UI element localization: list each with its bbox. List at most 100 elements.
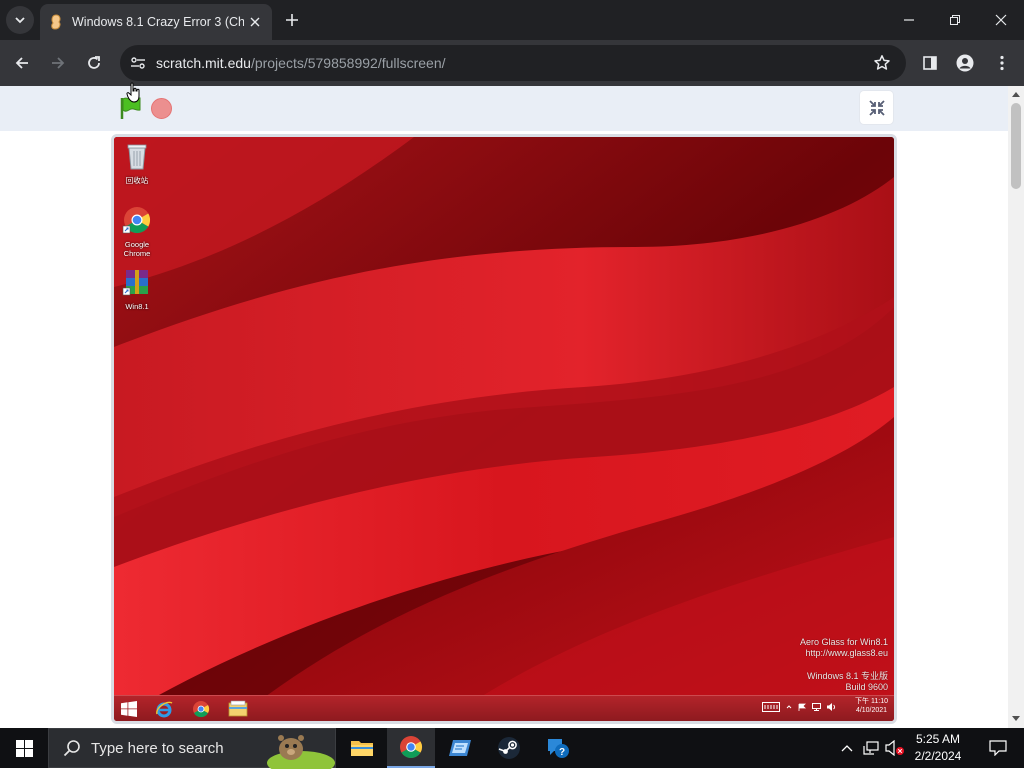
back-arrow-icon	[15, 57, 28, 69]
app-window-icon	[449, 740, 471, 756]
keyboard-icon[interactable]	[762, 702, 780, 712]
back-button[interactable]	[8, 49, 36, 77]
network-wired-icon	[863, 741, 879, 755]
profile-icon	[956, 54, 974, 72]
win81-chrome-pin[interactable]	[191, 699, 211, 719]
start-button[interactable]	[0, 728, 48, 768]
tab-strip: Windows 8.1 Crazy Error 3 (Chi	[0, 0, 1024, 40]
win81-start-button[interactable]	[119, 699, 139, 719]
windows-version-watermark: Windows 8.1 专业版 Build 9600	[807, 671, 888, 693]
tab-search-button[interactable]	[6, 6, 34, 34]
win81-date: 4/10/2021	[855, 707, 888, 714]
win81-taskbar: 下午 11:10 4/10/2021	[114, 695, 894, 721]
watermark-line: Build 9600	[845, 682, 888, 692]
scroll-down-arrow-icon[interactable]	[1012, 716, 1020, 721]
windows-taskbar: Type here to search ? 5:25 AM 2/2/2024	[0, 728, 1024, 769]
desktop-icon-chrome[interactable]: Google Chrome	[120, 205, 154, 258]
desktop-icon-recycle-bin[interactable]: 回收站	[120, 141, 154, 185]
browser-toolbar: scratch.mit.edu/projects/579858992/fulls…	[0, 40, 1024, 86]
side-panel-button[interactable]	[916, 49, 944, 77]
notification-center-button[interactable]	[978, 728, 1018, 768]
windows-logo-icon	[15, 739, 33, 757]
restore-icon	[950, 15, 960, 25]
taskbar-app-window[interactable]	[436, 728, 484, 768]
win81-explorer-pin[interactable]	[228, 699, 248, 719]
win81-clock[interactable]: 下午 11:10 4/10/2021	[855, 697, 888, 715]
network-tray-button[interactable]	[861, 738, 881, 758]
steam-icon	[498, 737, 520, 759]
minimize-button[interactable]	[886, 0, 932, 40]
chrome-icon	[193, 701, 210, 718]
watermark-line: Windows 8.1 专业版	[806, 671, 888, 681]
browser-tab[interactable]: Windows 8.1 Crazy Error 3 (Chi	[40, 4, 272, 40]
action-center-flag-icon[interactable]	[798, 703, 806, 711]
close-icon	[995, 14, 1007, 26]
aero-glass-watermark: Aero Glass for Win8.1 http://www.glass8.…	[800, 637, 888, 659]
reload-button[interactable]	[80, 49, 108, 77]
stop-button[interactable]	[151, 98, 172, 119]
get-help-icon: ?	[548, 739, 569, 758]
new-tab-button[interactable]	[280, 8, 304, 32]
desktop-icon-label: Win8.1	[125, 302, 149, 311]
minimize-icon	[904, 19, 914, 21]
win81-tray-icons	[762, 702, 836, 712]
desktop-icon-label: Google Chrome	[123, 240, 151, 258]
exit-fullscreen-icon	[868, 99, 885, 116]
clock-time: 5:25 AM	[915, 732, 961, 746]
watermark-line: http://www.glass8.eu	[805, 648, 888, 658]
win81-ie-pin[interactable]	[154, 699, 174, 719]
search-placeholder: Type here to search	[91, 739, 224, 757]
show-hidden-icons-button[interactable]	[837, 738, 857, 758]
desktop-icon-winrar[interactable]: Win8.1	[120, 267, 154, 311]
search-icon	[61, 737, 83, 759]
forward-arrow-icon	[52, 57, 65, 69]
taskbar-search-box[interactable]: Type here to search	[48, 728, 336, 769]
url-text: scratch.mit.edu/projects/579858992/fulls…	[156, 55, 446, 71]
exit-fullscreen-button[interactable]	[860, 91, 893, 124]
hand-cursor-icon	[126, 82, 140, 103]
page-scrollbar[interactable]	[1008, 86, 1024, 728]
chrome-icon	[400, 736, 422, 758]
scratch-controls-bar	[0, 82, 1008, 131]
address-bar[interactable]: scratch.mit.edu/projects/579858992/fulls…	[120, 45, 906, 81]
winrar-icon	[122, 270, 148, 296]
scratch-favicon-icon	[50, 14, 64, 30]
taskbar-file-explorer[interactable]	[338, 728, 386, 768]
restore-button[interactable]	[932, 0, 978, 40]
taskbar-chrome[interactable]	[387, 728, 435, 768]
volume-icon[interactable]	[827, 703, 836, 711]
chrome-icon	[122, 207, 151, 234]
project-stage[interactable]: 回收站 Google Chrome Win8.1 Aero Glass for …	[111, 134, 897, 724]
search-highlight-illustration-icon	[267, 735, 335, 769]
scroll-up-arrow-icon[interactable]	[1012, 92, 1020, 97]
close-window-button[interactable]	[978, 0, 1024, 40]
chevron-up-icon	[841, 745, 853, 752]
network-icon[interactable]	[812, 703, 821, 711]
profile-button[interactable]	[951, 49, 979, 77]
taskbar-steam[interactable]	[485, 728, 533, 768]
taskbar-get-help[interactable]: ?	[534, 728, 582, 768]
volume-muted-icon	[885, 740, 904, 756]
win81-time: 下午 11:10	[855, 698, 888, 705]
desktop-icon-label: 回收站	[125, 176, 149, 185]
svg-text:?: ?	[559, 747, 565, 758]
file-explorer-icon	[351, 741, 373, 756]
notification-icon	[989, 740, 1007, 756]
bookmark-star-icon[interactable]	[870, 51, 894, 75]
taskbar-clock[interactable]: 5:25 AM 2/2/2024	[906, 731, 970, 765]
chevron-down-icon	[15, 17, 25, 24]
scratch-page: 回收站 Google Chrome Win8.1 Aero Glass for …	[0, 82, 1008, 728]
show-hidden-icon[interactable]	[786, 704, 792, 710]
plus-icon	[286, 14, 298, 26]
watermark-line: Aero Glass for Win8.1	[799, 637, 888, 647]
recycle-bin-icon	[127, 144, 147, 170]
scrollbar-thumb[interactable]	[1011, 103, 1021, 189]
close-tab-icon[interactable]	[246, 13, 264, 31]
windows-logo-icon	[121, 701, 137, 717]
url-host: scratch.mit.edu	[156, 55, 251, 71]
site-settings-icon[interactable]	[126, 51, 150, 75]
file-explorer-icon	[228, 700, 248, 717]
forward-button[interactable]	[44, 49, 72, 77]
menu-button[interactable]	[988, 49, 1016, 77]
volume-tray-button[interactable]	[885, 738, 905, 758]
